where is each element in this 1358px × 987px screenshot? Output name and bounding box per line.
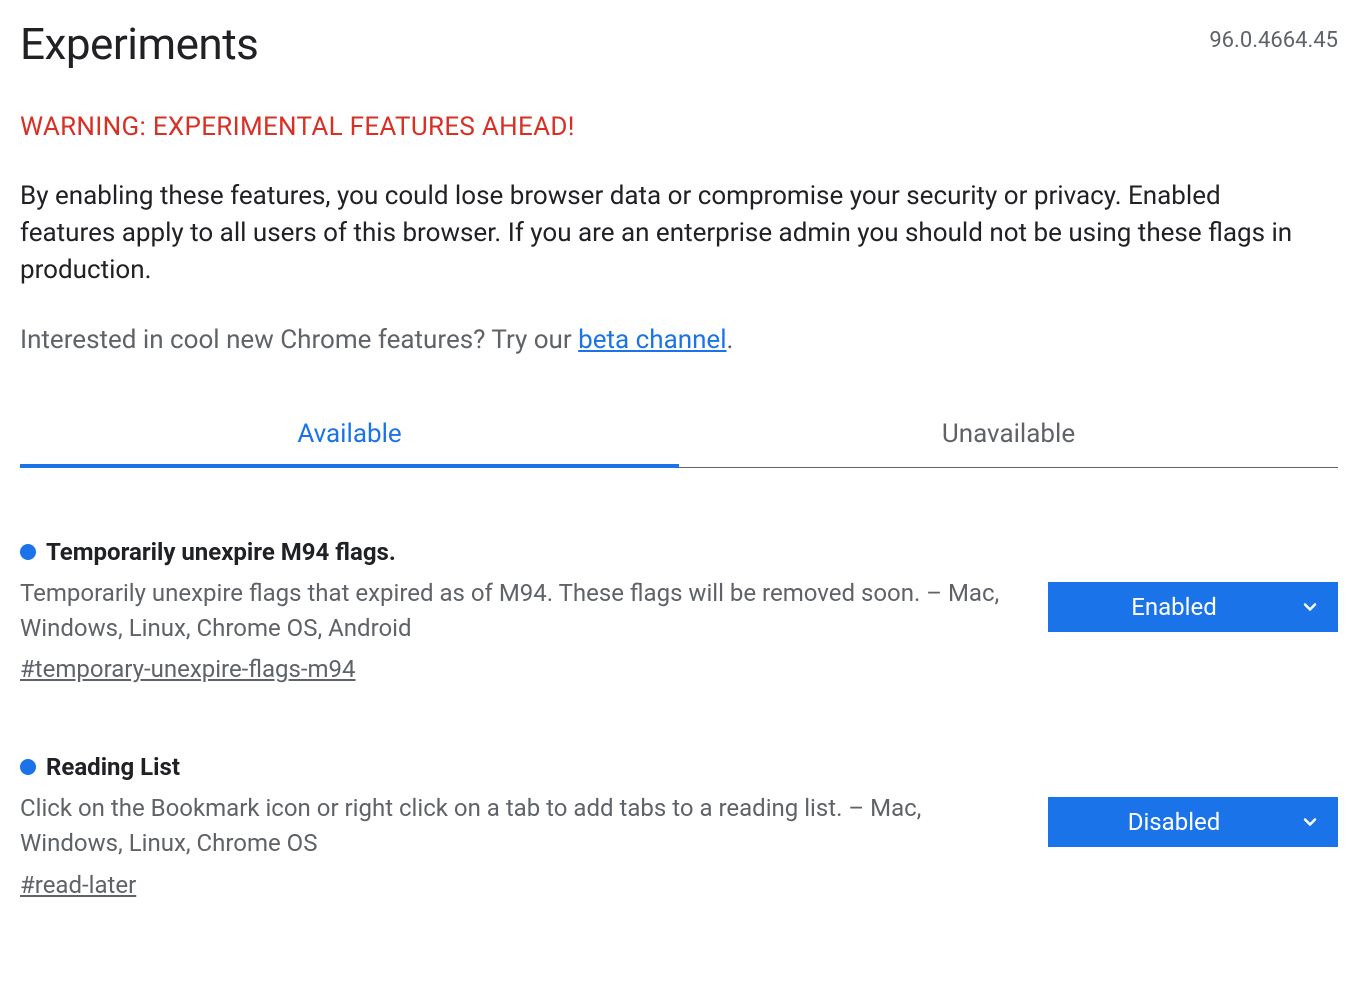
experiment-title: Temporarily unexpire M94 flags. bbox=[46, 538, 396, 566]
experiment-hash-link[interactable]: #read-later bbox=[20, 871, 136, 899]
warning-text: WARNING: EXPERIMENTAL FEATURES AHEAD! bbox=[20, 112, 1338, 142]
promo-suffix: . bbox=[727, 325, 734, 355]
experiment-item: Reading List Click on the Bookmark icon … bbox=[20, 753, 1338, 899]
experiment-title: Reading List bbox=[46, 753, 180, 781]
experiment-item: Temporarily unexpire M94 flags. Temporar… bbox=[20, 538, 1338, 684]
experiment-description: Click on the Bookmark icon or right clic… bbox=[20, 791, 1008, 861]
tabs-container: Available Unavailable bbox=[20, 403, 1338, 468]
tab-available[interactable]: Available bbox=[20, 403, 679, 467]
experiment-description: Temporarily unexpire flags that expired … bbox=[20, 576, 1008, 646]
experiment-state-select[interactable]: Disabled bbox=[1048, 797, 1338, 847]
chevron-down-icon bbox=[1300, 812, 1320, 832]
select-value: Enabled bbox=[1048, 593, 1300, 621]
page-title: Experiments bbox=[20, 18, 258, 70]
tab-unavailable[interactable]: Unavailable bbox=[679, 403, 1338, 467]
experiment-state-select[interactable]: Enabled bbox=[1048, 582, 1338, 632]
chevron-down-icon bbox=[1300, 597, 1320, 617]
modified-indicator-icon bbox=[20, 759, 36, 775]
promo-text: Interested in cool new Chrome features? … bbox=[20, 325, 1338, 355]
experiment-hash-link[interactable]: #temporary-unexpire-flags-m94 bbox=[20, 655, 356, 683]
version-label: 96.0.4664.45 bbox=[1209, 28, 1338, 53]
modified-indicator-icon bbox=[20, 544, 36, 560]
select-value: Disabled bbox=[1048, 808, 1300, 836]
beta-channel-link[interactable]: beta channel bbox=[578, 325, 726, 355]
description-text: By enabling these features, you could lo… bbox=[20, 178, 1300, 289]
promo-prefix: Interested in cool new Chrome features? … bbox=[20, 325, 578, 355]
